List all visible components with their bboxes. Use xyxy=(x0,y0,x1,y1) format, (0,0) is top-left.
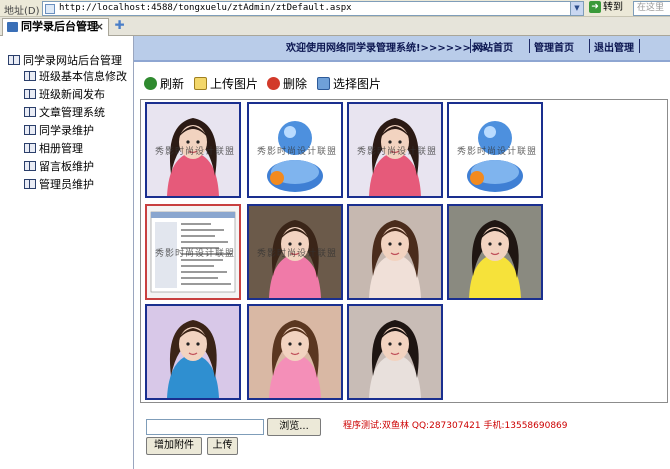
portrait-image xyxy=(449,206,541,298)
upload-image-button[interactable]: 上传图片 xyxy=(194,75,258,92)
photo-thumbnail[interactable] xyxy=(447,204,543,300)
select-image-icon xyxy=(317,77,330,90)
watermark-text: 秀影时尚设计联盟 xyxy=(155,249,236,259)
watermark-text: 秀影时尚设计联盟 xyxy=(155,147,236,157)
contact-info: 程序测试:双鱼林 QQ:287307421 手机:13558690869 xyxy=(343,421,568,431)
toolbar: 刷新 上传图片 删除 选择图片 xyxy=(134,70,670,98)
portrait-image xyxy=(249,306,341,398)
sidebar-item-label: 同学录维护 xyxy=(39,124,94,137)
sidebar-item-label: 文章管理系统 xyxy=(39,106,105,119)
photo-thumbnail[interactable] xyxy=(145,304,241,400)
watermark-text: 秀影时尚设计联盟 xyxy=(457,147,538,157)
link-admin-home[interactable]: 管理首页 xyxy=(534,39,574,54)
separator xyxy=(589,39,590,53)
photo-thumbnail[interactable]: 秀影时尚设计联盟 xyxy=(447,102,543,198)
portrait-image xyxy=(147,306,239,398)
link-site-home[interactable]: 网站首页 xyxy=(473,39,513,54)
delete-button[interactable]: 删除 xyxy=(267,75,307,92)
header-banner: 欢迎使用网络同学录管理系统!>>>>>>>> 网站首页 管理首页 退出管理 xyxy=(134,36,670,62)
search-input[interactable]: 在这里 xyxy=(633,1,670,16)
address-bar: 地址(D) http://localhost:4588/tongxuelu/zt… xyxy=(0,0,670,17)
sidebar-item-classmates[interactable]: 同学录维护 xyxy=(24,122,94,138)
page-icon xyxy=(45,4,55,14)
tab-strip: 同学录后台管理 × ✚ xyxy=(0,17,670,36)
photo-thumbnail[interactable] xyxy=(347,204,443,300)
tab-admin[interactable]: 同学录后台管理 × xyxy=(2,18,109,36)
sidebar-root[interactable]: 同学录网站后台管理 xyxy=(8,52,122,68)
sidebar-item-articles[interactable]: 文章管理系统 xyxy=(24,104,105,120)
portrait-image xyxy=(349,306,441,398)
delete-icon xyxy=(267,77,280,90)
welcome-text: 欢迎使用网络同学录管理系统!>>>>>>>> xyxy=(286,43,488,54)
close-icon[interactable]: × xyxy=(95,19,104,35)
sidebar-item-label: 管理员维护 xyxy=(39,178,94,191)
address-url[interactable]: http://localhost:4588/tongxuelu/ztAdmin/… xyxy=(59,3,352,13)
file-path-input[interactable] xyxy=(146,419,264,435)
sidebar-item-guestbook[interactable]: 留言板维护 xyxy=(24,158,94,174)
select-image-button[interactable]: 选择图片 xyxy=(317,75,381,92)
refresh-button[interactable]: 刷新 xyxy=(144,75,184,92)
upload-button[interactable]: 上传 xyxy=(207,437,238,455)
sidebar-item-admins[interactable]: 管理员维护 xyxy=(24,176,94,192)
portrait-image xyxy=(349,206,441,298)
address-input[interactable]: http://localhost:4588/tongxuelu/ztAdmin/… xyxy=(42,1,584,16)
sidebar-item-label: 班级新闻发布 xyxy=(39,88,105,101)
select-image-label: 选择图片 xyxy=(333,77,382,91)
tab-favicon-icon xyxy=(7,22,18,32)
sidebar-item-label: 相册管理 xyxy=(39,142,83,155)
photo-thumbnail[interactable] xyxy=(247,304,343,400)
photo-thumbnail[interactable]: 秀影时尚设计联盟 xyxy=(347,102,443,198)
sidebar-item-label: 班级基本信息修改 xyxy=(39,70,127,83)
sidebar-item-class-news[interactable]: 班级新闻发布 xyxy=(24,86,105,102)
separator xyxy=(639,39,640,53)
watermark-text: 秀影时尚设计联盟 xyxy=(257,147,338,157)
go-button[interactable]: ➜ 转到 xyxy=(589,0,631,16)
refresh-icon xyxy=(144,77,157,90)
upload-image-icon xyxy=(194,77,207,90)
photo-thumbnail[interactable]: 秀影时尚设计联盟 xyxy=(247,102,343,198)
book-icon xyxy=(24,179,36,189)
upload-image-label: 上传图片 xyxy=(210,77,259,91)
watermark-text: 秀影时尚设计联盟 xyxy=(257,249,338,259)
sidebar-item-albums[interactable]: 相册管理 xyxy=(24,140,83,156)
photo-thumbnail[interactable] xyxy=(347,304,443,400)
address-dropdown-icon[interactable]: ▼ xyxy=(570,2,583,15)
add-attachment-button[interactable]: 增加附件 xyxy=(146,437,202,455)
book-icon xyxy=(24,89,36,99)
link-logout[interactable]: 退出管理 xyxy=(594,39,634,54)
book-icon xyxy=(24,125,36,135)
separator xyxy=(529,39,530,53)
tab-label: 同学录后台管理 xyxy=(21,20,98,33)
sidebar: 同学录网站后台管理 班级基本信息修改 班级新闻发布 文章管理系统 同学录维护 相… xyxy=(0,36,134,469)
separator xyxy=(470,39,471,53)
book-icon xyxy=(24,143,36,153)
go-arrow-icon: ➜ xyxy=(589,1,601,13)
watermark-text: 秀影时尚设计联盟 xyxy=(357,147,438,157)
sidebar-item-class-info[interactable]: 班级基本信息修改 xyxy=(24,68,127,84)
book-icon xyxy=(8,55,20,65)
delete-label: 删除 xyxy=(283,77,308,91)
browse-button[interactable]: 浏览... xyxy=(267,418,321,436)
photo-gallery: 秀影时尚设计联盟 秀影时尚设计联盟 秀影时尚设计联盟 秀影时尚设计联盟 秀影时尚设计联盟… xyxy=(140,99,668,403)
photo-thumbnail[interactable]: 秀影时尚设计联盟 xyxy=(145,204,241,300)
book-icon xyxy=(24,71,36,81)
book-icon xyxy=(24,107,36,117)
go-label: 转到 xyxy=(603,2,623,13)
photo-thumbnail[interactable]: 秀影时尚设计联盟 xyxy=(145,102,241,198)
sidebar-root-label: 同学录网站后台管理 xyxy=(23,54,122,67)
new-tab-icon[interactable]: ✚ xyxy=(113,19,126,32)
refresh-label: 刷新 xyxy=(160,77,185,91)
book-icon xyxy=(24,161,36,171)
sidebar-item-label: 留言板维护 xyxy=(39,160,94,173)
photo-thumbnail[interactable]: 秀影时尚设计联盟 xyxy=(247,204,343,300)
address-label: 地址(D) xyxy=(4,6,40,17)
